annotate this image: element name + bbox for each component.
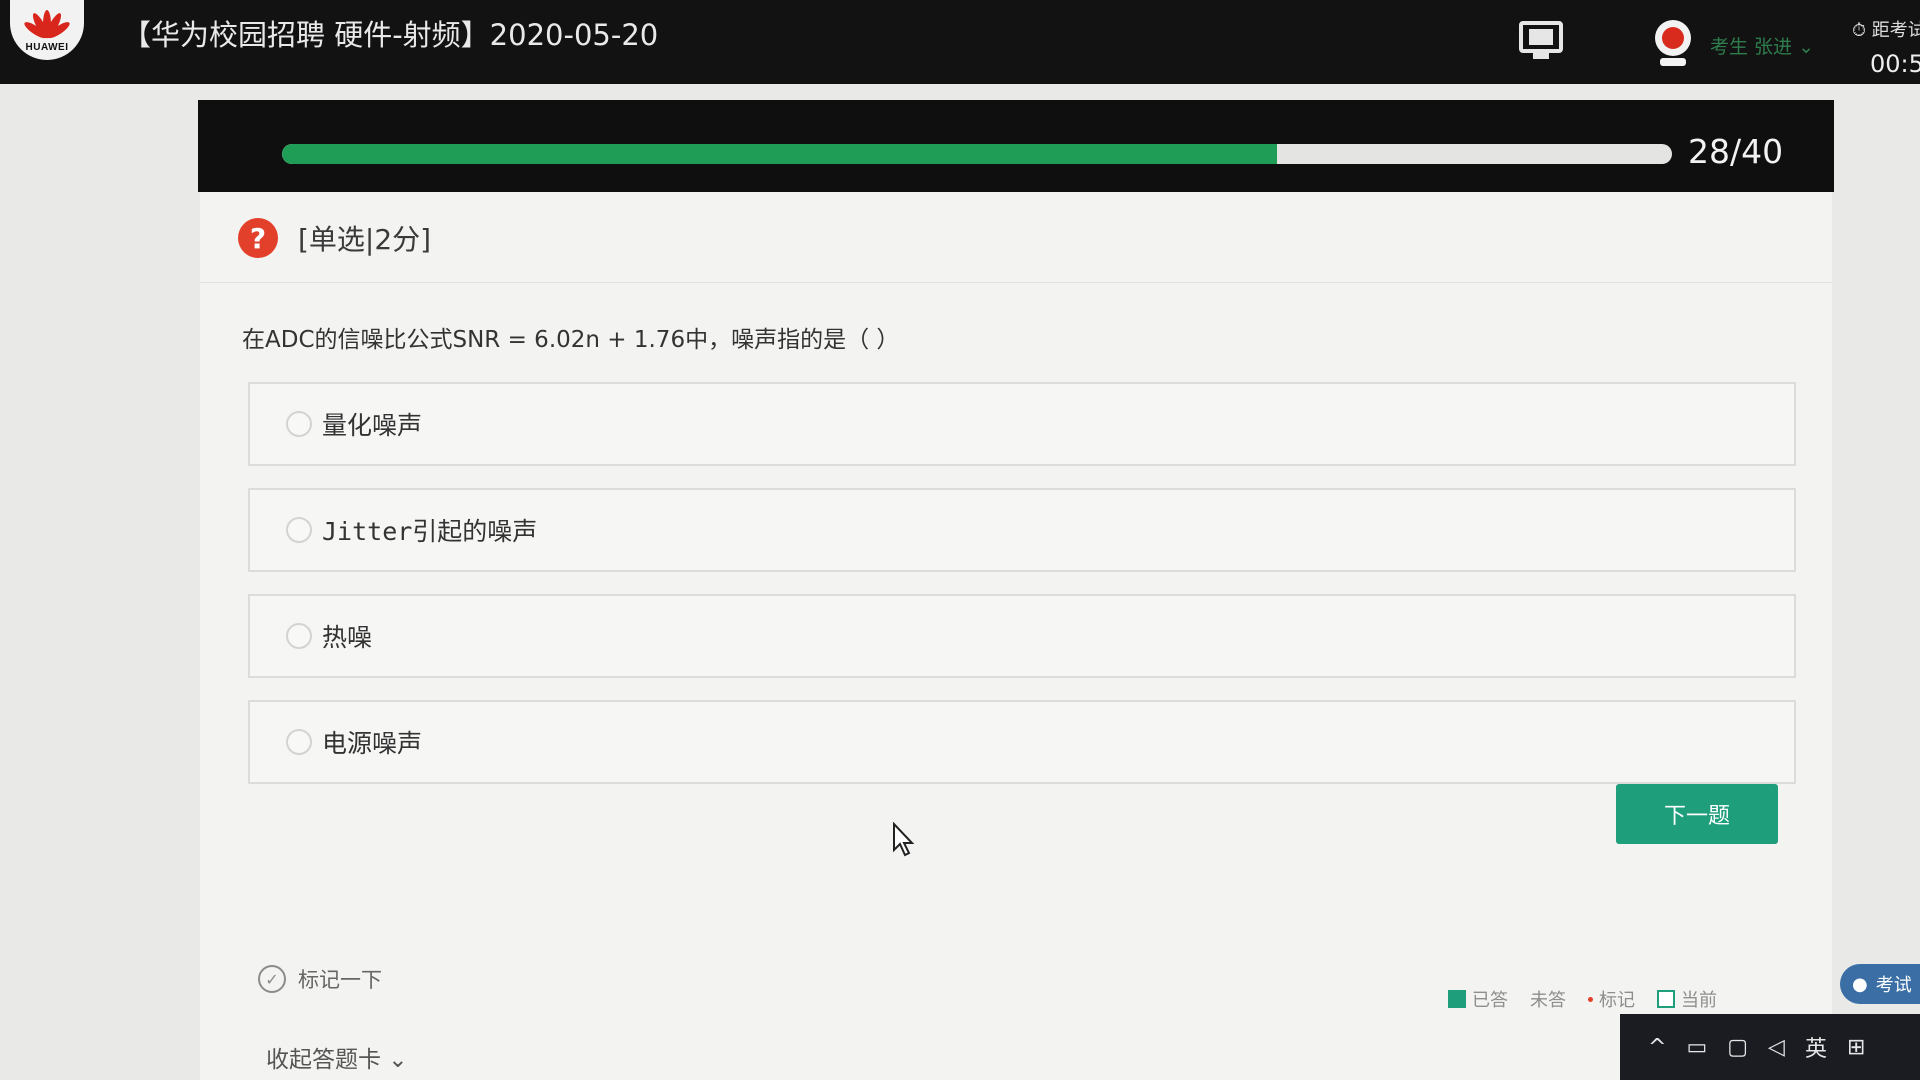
marked-dot: [1588, 996, 1593, 1002]
huawei-petal-icon: [24, 9, 70, 38]
radio-button[interactable]: [286, 411, 312, 437]
legend-marked-label: 标记: [1599, 990, 1635, 1011]
radio-button[interactable]: [286, 729, 312, 755]
option-c[interactable]: 热噪: [248, 594, 1796, 678]
tray-expand-icon[interactable]: ^: [1648, 1035, 1666, 1060]
option-label: 电源噪声: [322, 729, 423, 758]
legend-current: 当前: [1657, 986, 1717, 1012]
option-a[interactable]: 量化噪声: [248, 382, 1796, 466]
progress-fill: [282, 144, 1278, 164]
top-bar: HUAWEI 【华为校园招聘 硬件-射频】2020-05-20 考生 张进 ⌄ …: [0, 0, 1920, 84]
question-type-label: [单选|2分]: [298, 223, 432, 256]
huawei-logo: HUAWEI: [10, 0, 84, 60]
legend-answered-label: 已答: [1472, 990, 1508, 1011]
collapse-answer-card[interactable]: 收起答题卡 ⌄: [266, 1040, 408, 1074]
question-type: ? [单选|2分]: [238, 218, 431, 258]
exam-side-tab-label: 考试: [1875, 975, 1912, 996]
question-card: ? [单选|2分] 在ADC的信噪比公式SNR = 6.02n + 1.76中，…: [200, 192, 1832, 1080]
countdown-time: 00:5: [1870, 50, 1920, 78]
question-stem: 在ADC的信噪比公式SNR = 6.02n + 1.76中，噪声指的是（ ）: [242, 327, 900, 353]
logo-text: HUAWEI: [25, 41, 69, 53]
legend-marked: 标记: [1588, 986, 1635, 1012]
radio-button[interactable]: [286, 517, 312, 543]
legend-current-label: 当前: [1681, 990, 1717, 1011]
option-label: 量化噪声: [322, 411, 423, 440]
battery-icon[interactable]: ▭: [1686, 1035, 1707, 1060]
candidate-name[interactable]: 考生 张进 ⌄: [1710, 32, 1814, 59]
keyboard-icon[interactable]: ⊞: [1847, 1035, 1865, 1060]
progress-header: 28/40: [198, 100, 1834, 192]
divider: [200, 282, 1832, 283]
legend-unanswered-label: 未答: [1530, 990, 1566, 1011]
network-icon[interactable]: ▢: [1727, 1035, 1748, 1060]
mark-question[interactable]: ✓ 标记一下: [258, 964, 382, 994]
progress-count: 28/40: [1688, 132, 1784, 171]
current-swatch: [1657, 990, 1675, 1008]
ime-label[interactable]: 英: [1805, 1031, 1827, 1063]
option-label: 热噪: [322, 623, 373, 652]
check-circle-icon: ✓: [258, 965, 286, 993]
next-question-button[interactable]: 下一题: [1616, 784, 1778, 844]
option-label: Jitter引起的噪声: [322, 517, 538, 546]
os-taskbar: ^ ▭ ▢ ◁ 英 ⊞: [1620, 1014, 1920, 1080]
radio-button[interactable]: [286, 623, 312, 649]
progress-bar: [282, 144, 1672, 164]
option-b[interactable]: Jitter引起的噪声: [248, 488, 1796, 572]
info-icon: ●: [1852, 973, 1868, 995]
answer-legend: 已答 未答 标记 当前: [1448, 986, 1717, 1012]
legend-answered: 已答: [1448, 986, 1508, 1012]
exam-side-tab[interactable]: ● 考试: [1840, 964, 1920, 1004]
mark-label: 标记一下: [298, 968, 382, 992]
exam-title: 【华为校园招聘 硬件-射频】2020-05-20: [122, 18, 659, 52]
option-d[interactable]: 电源噪声: [248, 700, 1796, 784]
legend-unanswered: 未答: [1530, 986, 1566, 1012]
countdown-label: ⏱ 距考试: [1852, 20, 1920, 41]
camera-icon[interactable]: [1652, 18, 1694, 70]
question-icon: ?: [238, 218, 278, 258]
volume-icon[interactable]: ◁: [1768, 1035, 1785, 1060]
answered-swatch: [1448, 990, 1466, 1008]
cursor-icon: [893, 822, 915, 857]
monitor-icon[interactable]: [1518, 20, 1564, 62]
